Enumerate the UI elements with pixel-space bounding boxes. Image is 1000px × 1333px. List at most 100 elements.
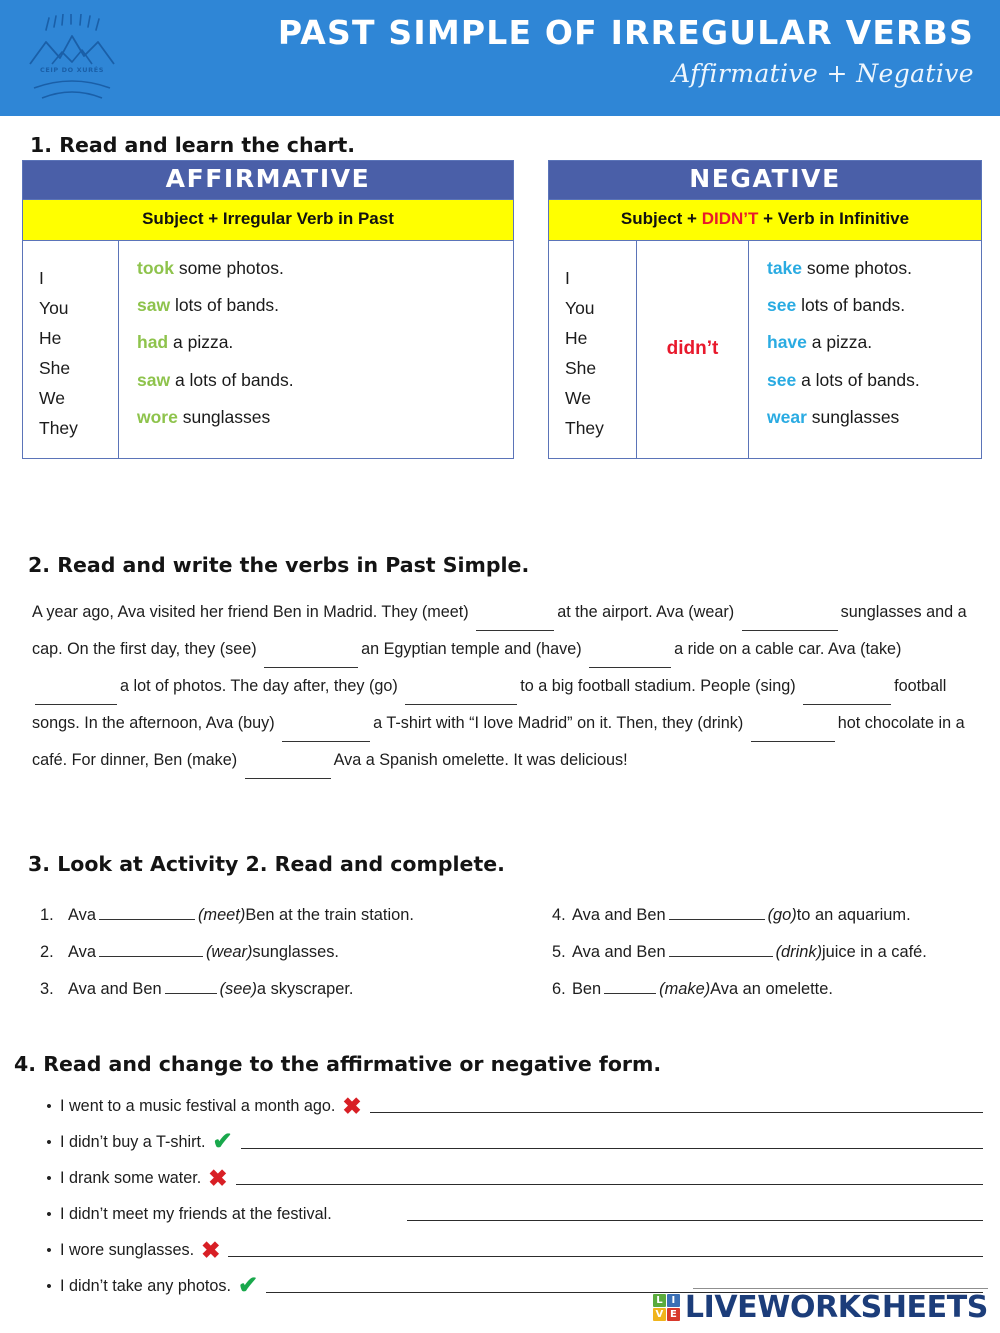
bullet-icon: • — [46, 1097, 52, 1115]
affirmative-row: had a pizza. — [137, 333, 503, 352]
subject-list: I You He She We They — [565, 267, 604, 439]
answer-line[interactable] — [228, 1243, 983, 1257]
answer-blank[interactable] — [264, 653, 359, 668]
activity4-list: • I went to a music festival a month ago.… — [38, 1088, 983, 1304]
activity4-item: • I went to a music festival a month ago.… — [38, 1088, 983, 1124]
item-predicate: a skyscraper. — [256, 980, 354, 998]
verb-negative: see — [767, 295, 797, 316]
negative-row: take some photos. — [767, 257, 971, 278]
sentence-text: I didn’t take any photos. — [60, 1276, 231, 1295]
bullet-icon: • — [46, 1205, 52, 1223]
negative-row: have a pizza. — [767, 333, 971, 352]
activity3-right-column: 4. Ava and Ben (go) to an aquarium. 5. Ava … — [552, 905, 992, 1016]
answer-blank[interactable] — [604, 979, 657, 994]
item-number: 1. — [40, 906, 54, 924]
activity3-item: 4. Ava and Ben (go) to an aquarium. — [552, 905, 992, 942]
activity2-paragraph: A year ago, Ava visited her friend Ben i… — [32, 594, 982, 779]
check-icon: ✔ — [212, 1128, 233, 1155]
item-number: 2. — [40, 943, 54, 961]
verb-affirmative: saw — [137, 369, 171, 390]
negative-row: see lots of bands. — [767, 296, 971, 315]
page-subtitle: Affirmative + Negative — [672, 59, 974, 89]
live-square-e: E — [666, 1308, 680, 1321]
answer-blank[interactable] — [164, 979, 217, 994]
verb-affirmative: had — [137, 332, 169, 353]
answer-blank[interactable] — [405, 690, 518, 705]
answer-blank[interactable] — [668, 905, 765, 920]
live-square-l: L — [652, 1294, 666, 1307]
item-number: 3. — [40, 980, 54, 998]
answer-blank[interactable] — [98, 905, 195, 920]
bullet-icon: • — [46, 1169, 52, 1187]
bullet-icon: • — [46, 1241, 52, 1259]
verb-rest: a lots of bands. — [170, 369, 294, 390]
item-subject: Ava — [68, 906, 96, 924]
cross-icon: ✖ — [201, 1236, 221, 1263]
bullet-icon: • — [46, 1133, 52, 1151]
answer-blank[interactable] — [741, 616, 838, 631]
banner-title-block: PAST SIMPLE OF IRREGULAR VERBS Affirmati… — [278, 12, 974, 88]
page-title: PAST SIMPLE OF IRREGULAR VERBS — [277, 13, 974, 52]
item-subject: Ava and Ben — [572, 943, 666, 961]
activity3-item: 3. Ava and Ben (see) a skyscraper. — [40, 979, 510, 1016]
activity3-heading: 3. Look at Activity 2. Read and complete… — [28, 852, 505, 876]
activity4-item: • I didn’t meet my friends at the festiva… — [38, 1196, 983, 1232]
verb-affirmative: saw — [137, 295, 171, 316]
answer-blank[interactable] — [244, 764, 331, 779]
negative-row: wear sunglasses — [767, 406, 971, 427]
answer-blank[interactable] — [668, 942, 773, 957]
answer-line[interactable] — [369, 1099, 983, 1113]
verb-cue: (see) — [219, 980, 257, 998]
answer-blank[interactable] — [35, 690, 117, 705]
answer-blank[interactable] — [803, 690, 892, 705]
sentence-text: I went to a music festival a month ago. — [60, 1096, 336, 1115]
school-logo: CEIP DO XURÉS — [22, 12, 122, 106]
activity2-heading: 2. Read and write the verbs in Past Simp… — [28, 553, 530, 577]
answer-blank[interactable] — [98, 942, 203, 957]
negative-formula-prefix: Subject + — [620, 209, 702, 229]
sentence-text: I wore sunglasses. — [60, 1240, 195, 1259]
verb-rest: some photos. — [802, 257, 912, 278]
answer-line[interactable] — [235, 1171, 983, 1185]
item-number: 4. — [552, 906, 566, 924]
item-predicate: Ava an omelette. — [710, 980, 833, 998]
liveworksheets-logo[interactable]: LIVE LIVEWORKSHEETS — [652, 1290, 988, 1325]
page-header-banner: CEIP DO XURÉS PAST SIMPLE OF IRREGULAR V… — [0, 0, 1000, 116]
school-logo-text: CEIP DO XURÉS — [39, 66, 105, 74]
cross-icon: ✖ — [208, 1164, 228, 1191]
activity3-item: 6. Ben (make) Ava an omelette. — [552, 979, 992, 1016]
item-subject: Ava and Ben — [572, 906, 666, 924]
negative-formula-suffix: + Verb in Infinitive — [758, 209, 910, 229]
item-subject: Ava and Ben — [68, 980, 162, 998]
affirmative-chart-body: I You He She We They took some photos. s… — [23, 240, 513, 458]
negative-chart-body: I You He She We They didn’t take some ph… — [549, 240, 981, 458]
cross-icon: ✖ — [342, 1092, 362, 1119]
item-predicate: Ben at the train station. — [245, 906, 414, 924]
item-subject: Ava — [68, 943, 96, 961]
answer-blank[interactable] — [750, 727, 835, 742]
activity3-left-column: 1. Ava (meet) Ben at the train station. 2.… — [40, 905, 510, 1016]
negative-formula-didnt: DIDN’T — [701, 209, 759, 229]
affirmative-predicate-column: took some photos. saw lots of bands. had… — [119, 241, 513, 458]
verb-negative: see — [767, 369, 797, 390]
verb-rest: a pizza. — [806, 332, 873, 353]
activity3-item: 2. Ava (wear) sunglasses. — [40, 942, 510, 979]
answer-line[interactable] — [406, 1207, 983, 1221]
check-icon: ✔ — [237, 1272, 259, 1299]
sentence-text: I didn’t buy a T-shirt. — [60, 1132, 206, 1151]
verb-negative: wear — [767, 406, 807, 427]
activity1-heading: 1. Read and learn the chart. — [30, 133, 356, 157]
item-predicate: sunglasses. — [252, 943, 339, 961]
item-predicate: to an aquarium. — [796, 906, 911, 924]
verb-cue: (make) — [659, 980, 711, 998]
verb-affirmative: took — [137, 257, 174, 278]
sentence-text: I didn’t meet my friends at the festival… — [60, 1204, 332, 1223]
subject-list: I You He She We They — [39, 267, 78, 439]
activity4-item: • I wore sunglasses. ✖ — [38, 1232, 983, 1268]
affirmative-formula: Subject + Irregular Verb in Past — [23, 199, 513, 241]
answer-blank[interactable] — [589, 653, 672, 668]
answer-blank[interactable] — [476, 616, 555, 631]
answer-line[interactable] — [240, 1135, 983, 1149]
verb-rest: sunglasses — [806, 406, 900, 427]
answer-blank[interactable] — [282, 727, 371, 742]
